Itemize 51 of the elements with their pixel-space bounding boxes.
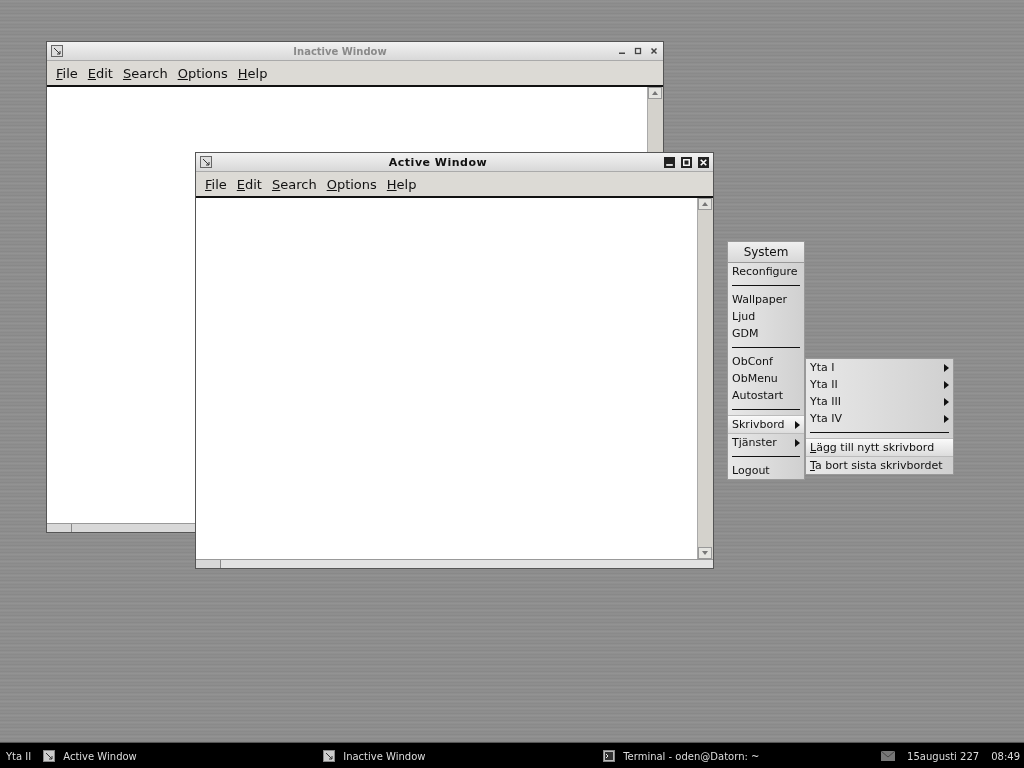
menu-item[interactable]: Wallpaper [728,291,804,308]
menu-item[interactable]: Search [268,176,324,192]
menu-item[interactable]: GDM [728,325,804,342]
menu-item[interactable]: Help [383,176,424,192]
vertical-scrollbar[interactable] [697,198,713,559]
minimize-icon[interactable] [664,156,675,168]
menu-item[interactable]: Yta III [806,393,953,410]
menu-item[interactable]: Help [234,65,275,81]
clock: 08:49 [991,750,1020,762]
window-icon [323,750,336,762]
scroll-up-icon[interactable] [648,87,662,99]
taskbar-button[interactable]: Active Window [41,750,322,762]
menu-item[interactable]: Yta IV [806,410,953,427]
menu-item[interactable]: ObConf [728,353,804,370]
menu-item[interactable]: Reconfigure [728,263,804,280]
window-title: Active Window [387,155,489,169]
menu-item[interactable]: Tjänster [728,434,804,451]
desktop-name[interactable]: Yta II [0,750,42,762]
menu-item[interactable]: ObMenu [728,370,804,387]
menu-item[interactable]: Edit [84,65,120,81]
date: 15augusti 227 [907,750,980,762]
taskbar-button[interactable]: Terminal - oden@Datorn: ~ [601,750,882,762]
menu-item[interactable]: Options [174,65,235,81]
terminal-icon [603,750,616,762]
taskbar-button[interactable]: Inactive Window [321,750,602,762]
menu-item[interactable]: Logout [728,462,804,479]
menu-item[interactable]: Yta II [806,376,953,393]
window-icon [51,45,63,57]
menu-item[interactable]: Yta I [806,359,953,376]
maximize-icon[interactable] [633,46,643,56]
menu-item[interactable]: Ta bort sista skrivbordet [806,457,953,474]
scroll-down-icon[interactable] [698,547,712,559]
maximize-icon[interactable] [681,156,692,168]
menu-item[interactable]: File [202,176,234,192]
menu-item[interactable]: Options [323,176,384,192]
menu-item[interactable]: Ljud [728,308,804,325]
menu-item[interactable]: Lägg till nytt skrivbord [806,438,953,457]
close-icon[interactable] [649,46,659,56]
close-icon[interactable] [698,156,709,168]
scroll-up-icon[interactable] [698,198,712,210]
menu-item[interactable]: File [53,65,85,81]
window-title: Inactive Window [292,45,388,57]
horizontal-scrollbar[interactable] [196,559,713,568]
window-icon [43,750,56,762]
mail-icon[interactable] [881,751,896,761]
window-icon [200,156,212,168]
menu-item[interactable]: Autostart [728,387,804,404]
menu-title: System [728,242,804,263]
menu-item[interactable]: Search [119,65,175,81]
menu-item[interactable]: Edit [233,176,269,192]
menu-item[interactable]: Skrivbord [728,415,804,434]
